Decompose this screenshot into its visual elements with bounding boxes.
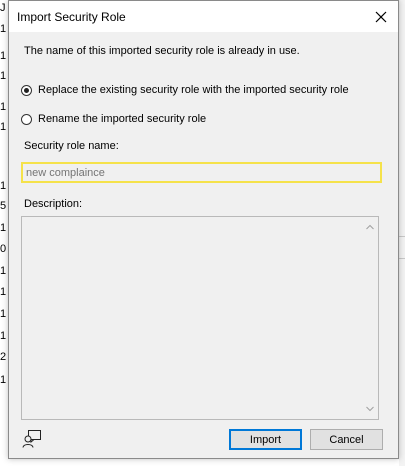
replace-radio[interactable]	[21, 84, 32, 96]
background-divider	[399, 236, 405, 237]
dialog-title: Import Security Role	[17, 10, 126, 24]
description-label: Description:	[24, 198, 83, 210]
close-icon	[375, 11, 387, 22]
dialog-titlebar[interactable]: Import Security Role	[9, 1, 398, 32]
background-app-right-edge	[399, 0, 405, 466]
chevron-up-icon	[366, 224, 374, 230]
feedback-user-icon[interactable]	[22, 429, 42, 449]
security-role-name-input[interactable]	[21, 162, 382, 183]
replace-option[interactable]: Replace the existing security role with …	[21, 84, 349, 96]
scroll-down-button[interactable]	[362, 401, 378, 417]
conflict-message: The name of this imported security role …	[24, 45, 300, 57]
background-divider	[399, 258, 405, 259]
import-button[interactable]: Import	[229, 429, 302, 450]
security-role-name-label: Security role name:	[24, 140, 119, 152]
cancel-button[interactable]: Cancel	[310, 429, 383, 450]
rename-option[interactable]: Rename the imported security role	[21, 113, 206, 125]
replace-option-label: Replace the existing security role with …	[38, 84, 349, 96]
scroll-up-button[interactable]	[362, 219, 378, 235]
description-scrollbar[interactable]	[362, 217, 378, 419]
chevron-down-icon	[366, 406, 374, 412]
rename-radio[interactable]	[21, 113, 32, 125]
description-textarea[interactable]	[21, 216, 379, 420]
close-button[interactable]	[364, 1, 398, 32]
import-security-role-dialog: Import Security Role The name of this im…	[8, 0, 399, 459]
rename-option-label: Rename the imported security role	[38, 113, 207, 125]
